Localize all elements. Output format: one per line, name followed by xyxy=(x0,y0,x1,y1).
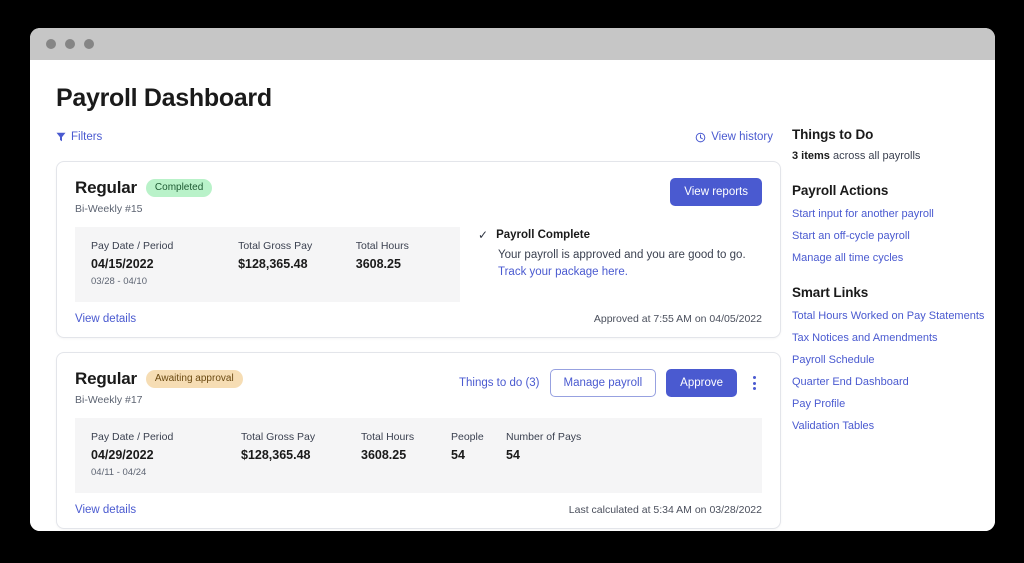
smart-link-5[interactable]: Validation Tables xyxy=(792,420,986,432)
stat-label: Total Hours xyxy=(356,240,444,252)
more-vertical-icon[interactable] xyxy=(747,372,762,394)
minimize-button-dot[interactable] xyxy=(65,39,75,49)
stat-total-gross-pay: Total Gross Pay $128,365.48 xyxy=(238,240,356,287)
stat-value: 04/15/2022 xyxy=(91,257,238,271)
filters-button[interactable]: Filters xyxy=(56,131,102,143)
note-header: ✓ Payroll Complete xyxy=(478,229,762,241)
stat-value: $128,365.48 xyxy=(241,448,361,462)
card-body: Pay Date / Period 04/15/2022 03/28 - 04/… xyxy=(75,227,762,302)
app-window: Payroll Dashboard Filters xyxy=(30,28,995,531)
things-to-do-count-value: 3 items xyxy=(792,150,830,162)
content-row: Filters View history xyxy=(30,127,995,529)
stat-label: Pay Date / Period xyxy=(91,431,241,443)
history-clock-icon xyxy=(695,132,706,143)
stat-total-gross-pay: Total Gross Pay $128,365.48 xyxy=(241,431,361,478)
close-button-dot[interactable] xyxy=(46,39,56,49)
stat-value: 04/29/2022 xyxy=(91,448,241,462)
stat-value: 3608.25 xyxy=(361,448,451,462)
stat-period: 04/11 - 04/24 xyxy=(91,467,241,478)
card-title-line: Regular Completed xyxy=(75,178,212,198)
smart-link-3[interactable]: Quarter End Dashboard xyxy=(792,376,986,388)
stats-strip: Pay Date / Period 04/15/2022 03/28 - 04/… xyxy=(75,227,460,302)
stat-pay-date: Pay Date / Period 04/15/2022 03/28 - 04/… xyxy=(91,240,238,287)
approved-timestamp: Approved at 7:55 AM on 04/05/2022 xyxy=(594,313,762,325)
stat-label: Number of Pays xyxy=(506,431,626,443)
note-title: Payroll Complete xyxy=(496,229,590,241)
stat-value: $128,365.48 xyxy=(238,257,356,271)
checkmark-icon: ✓ xyxy=(478,229,488,241)
card-actions: View reports xyxy=(670,178,762,206)
view-details-link[interactable]: View details xyxy=(75,313,136,325)
payroll-action-link-2[interactable]: Manage all time cycles xyxy=(792,252,986,264)
stat-label: Pay Date / Period xyxy=(91,240,238,252)
filters-label: Filters xyxy=(71,131,102,143)
stat-label: People xyxy=(451,431,506,443)
stat-value: 3608.25 xyxy=(356,257,444,271)
payroll-card-completed: Regular Completed Bi-Weekly #15 View rep… xyxy=(56,161,781,338)
track-package-link[interactable]: Track your package here. xyxy=(498,266,628,278)
things-to-do-count-suffix: across all payrolls xyxy=(830,150,920,162)
stat-total-hours: Total Hours 3608.25 xyxy=(356,240,444,287)
smart-links-heading: Smart Links xyxy=(792,285,986,300)
payroll-action-link-0[interactable]: Start input for another payroll xyxy=(792,208,986,220)
main-column: Filters View history xyxy=(30,127,781,529)
card-footer: View details Last calculated at 5:34 AM … xyxy=(75,504,762,516)
stat-label: Total Gross Pay xyxy=(238,240,356,252)
status-badge: Completed xyxy=(146,179,212,197)
card-header: Regular Completed Bi-Weekly #15 View rep… xyxy=(75,178,762,215)
card-title-group: Regular Awaiting approval Bi-Weekly #17 xyxy=(75,369,243,406)
card-header: Regular Awaiting approval Bi-Weekly #17 … xyxy=(75,369,762,406)
things-to-do-link[interactable]: Things to do (3) xyxy=(459,377,540,389)
things-to-do-heading: Things to Do xyxy=(792,127,986,142)
page-content: Payroll Dashboard Filters xyxy=(30,60,995,531)
smart-link-4[interactable]: Pay Profile xyxy=(792,398,986,410)
approve-button[interactable]: Approve xyxy=(666,369,737,397)
stat-label: Total Gross Pay xyxy=(241,431,361,443)
payroll-actions-section: Payroll Actions Start input for another … xyxy=(792,183,986,264)
smart-link-1[interactable]: Tax Notices and Amendments xyxy=(792,332,986,344)
stat-period: 03/28 - 04/10 xyxy=(91,276,238,287)
last-calculated-timestamp: Last calculated at 5:34 AM on 03/28/2022 xyxy=(569,504,762,516)
payroll-actions-heading: Payroll Actions xyxy=(792,183,986,198)
stat-value: 54 xyxy=(506,448,626,462)
stat-number-of-pays: Number of Pays 54 xyxy=(506,431,626,478)
stat-value: 54 xyxy=(451,448,506,462)
card-subtitle: Bi-Weekly #17 xyxy=(75,394,243,406)
smart-link-2[interactable]: Payroll Schedule xyxy=(792,354,986,366)
smart-link-0[interactable]: Total Hours Worked on Pay Statements xyxy=(792,310,986,322)
note-body: Your payroll is approved and you are goo… xyxy=(498,249,746,261)
stats-strip: Pay Date / Period 04/29/2022 04/11 - 04/… xyxy=(75,418,762,493)
payroll-card-awaiting: Regular Awaiting approval Bi-Weekly #17 … xyxy=(56,352,781,529)
things-to-do-count: 3 items across all payrolls xyxy=(792,150,986,162)
page-title: Payroll Dashboard xyxy=(56,84,995,113)
note-text: Your payroll is approved and you are goo… xyxy=(478,247,762,282)
card-title-line: Regular Awaiting approval xyxy=(75,369,243,389)
manage-payroll-button[interactable]: Manage payroll xyxy=(550,369,657,397)
smart-links-section: Smart Links Total Hours Worked on Pay St… xyxy=(792,285,986,432)
stat-people: People 54 xyxy=(451,431,506,478)
stat-total-hours: Total Hours 3608.25 xyxy=(361,431,451,478)
window-titlebar xyxy=(30,28,995,60)
view-history-button[interactable]: View history xyxy=(695,131,773,143)
funnel-icon xyxy=(56,132,66,142)
status-badge: Awaiting approval xyxy=(146,370,243,388)
card-title: Regular xyxy=(75,178,137,198)
stat-label: Total Hours xyxy=(361,431,451,443)
toolbar: Filters View history xyxy=(56,127,781,147)
payroll-complete-note: ✓ Payroll Complete Your payroll is appro… xyxy=(460,227,762,302)
view-history-label: View history xyxy=(711,131,773,143)
maximize-button-dot[interactable] xyxy=(84,39,94,49)
things-to-do-section: Things to Do 3 items across all payrolls xyxy=(792,127,986,162)
view-reports-button[interactable]: View reports xyxy=(670,178,762,206)
stat-pay-date: Pay Date / Period 04/29/2022 04/11 - 04/… xyxy=(91,431,241,478)
card-subtitle: Bi-Weekly #15 xyxy=(75,203,212,215)
card-actions: Things to do (3) Manage payroll Approve xyxy=(459,369,762,397)
payroll-action-link-1[interactable]: Start an off-cycle payroll xyxy=(792,230,986,242)
card-title-group: Regular Completed Bi-Weekly #15 xyxy=(75,178,212,215)
card-footer: View details Approved at 7:55 AM on 04/0… xyxy=(75,313,762,325)
card-body: Pay Date / Period 04/29/2022 04/11 - 04/… xyxy=(75,418,762,493)
view-details-link[interactable]: View details xyxy=(75,504,136,516)
sidebar: Things to Do 3 items across all payrolls… xyxy=(781,127,986,529)
card-title: Regular xyxy=(75,369,137,389)
